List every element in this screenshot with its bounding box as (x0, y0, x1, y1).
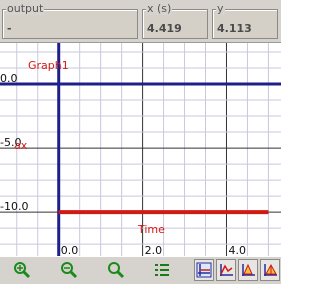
graph-title: Graph1 (28, 59, 69, 72)
graph-view-3-icon (242, 263, 255, 276)
zoom-in-button[interactable] (10, 259, 34, 281)
readout-panel: output - x (s) 4.419 y 4.113 (0, 0, 281, 42)
y-axis-label: ax (14, 139, 28, 152)
x-readout-legend: x (s) (146, 2, 173, 15)
graph-toolbar (0, 256, 281, 284)
graph-view-1-icon (196, 262, 212, 278)
x-readout-value: 4.419 (147, 22, 182, 35)
x-readout-field: x (s) 4.419 (142, 2, 208, 39)
x-axis-label: Time (137, 223, 165, 236)
y-tick-label: 0.0 (0, 72, 18, 85)
y-tick-label: -10.0 (0, 200, 28, 213)
graph-view-1-button[interactable] (194, 259, 214, 281)
plot-canvas[interactable]: 0.0-5.0-10.00.0 2.0 4.0Graph1axTime (0, 43, 281, 257)
graph-view-4-button[interactable] (260, 259, 280, 281)
graph-view-3-button[interactable] (238, 259, 258, 281)
zoom-fit-icon (108, 262, 125, 279)
y-readout-field: y 4.113 (212, 2, 278, 39)
y-readout-value: 4.113 (217, 22, 252, 35)
output-legend: output (6, 2, 45, 15)
output-value: - (7, 22, 12, 35)
zoom-in-icon (14, 262, 31, 279)
zoom-fit-button[interactable] (104, 259, 128, 281)
y-readout-legend: y (216, 2, 225, 15)
graph-view-2-icon (220, 264, 233, 276)
zoom-out-button[interactable] (57, 259, 81, 281)
output-field: output - (2, 2, 138, 39)
list-options-button[interactable] (150, 259, 174, 281)
graph-view-2-button[interactable] (216, 259, 236, 281)
zoom-out-icon (61, 262, 78, 279)
list-options-icon (155, 264, 169, 276)
graph-view-4-icon (264, 263, 277, 276)
graph-area[interactable]: 0.0 -5.0 -10.0 0.0 2.0 4.0 Graph1 ax Time (0, 42, 281, 257)
